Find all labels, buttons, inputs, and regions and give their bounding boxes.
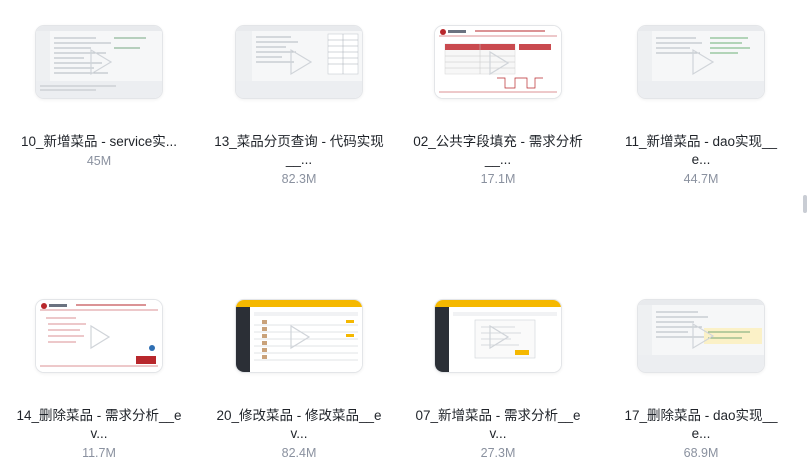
file-name[interactable]: 17_删除菜品 - dao实现__e... — [606, 407, 796, 443]
file-name[interactable]: 11_新增菜品 - dao实现__e... — [606, 133, 796, 169]
video-card[interactable]: 14_删除菜品 - 需求分析__ev... 11.7M — [4, 299, 194, 460]
video-card[interactable]: 13_菜品分页查询 - 代码实现__... 82.3M — [204, 25, 394, 186]
file-size: 68.9M — [683, 446, 719, 460]
video-thumbnail[interactable] — [235, 25, 363, 99]
video-card[interactable]: 17_删除菜品 - dao实现__e... 68.9M — [606, 299, 796, 460]
file-size: 82.4M — [281, 446, 317, 460]
video-thumbnail[interactable] — [35, 25, 163, 99]
file-size: 27.3M — [480, 446, 516, 460]
video-card[interactable]: 10_新增菜品 - service实... 45M — [4, 25, 194, 168]
video-thumbnail[interactable] — [637, 25, 765, 99]
file-size: 45M — [86, 154, 112, 168]
video-thumbnail[interactable] — [434, 299, 562, 373]
scrollbar-thumb[interactable] — [803, 195, 807, 213]
video-thumbnail[interactable] — [434, 25, 562, 99]
file-name[interactable]: 13_菜品分页查询 - 代码实现__... — [204, 133, 394, 169]
video-card[interactable]: 02_公共字段填充 - 需求分析__... 17.1M — [403, 25, 593, 186]
file-grid: 10_新增菜品 - service实... 45M 13_菜品分页查询 - 代码… — [0, 0, 807, 467]
file-name[interactable]: 20_修改菜品 - 修改菜品__ev... — [204, 407, 394, 443]
video-thumbnail[interactable] — [235, 299, 363, 373]
file-size: 44.7M — [683, 172, 719, 186]
file-name[interactable]: 02_公共字段填充 - 需求分析__... — [403, 133, 593, 169]
video-thumbnail[interactable] — [35, 299, 163, 373]
video-card[interactable]: 11_新增菜品 - dao实现__e... 44.7M — [606, 25, 796, 186]
video-card[interactable]: 20_修改菜品 - 修改菜品__ev... 82.4M — [204, 299, 394, 460]
file-size: 11.7M — [82, 446, 116, 460]
file-name[interactable]: 14_删除菜品 - 需求分析__ev... — [4, 407, 194, 443]
file-size: 82.3M — [281, 172, 317, 186]
file-name[interactable]: 07_新增菜品 - 需求分析__ev... — [403, 407, 593, 443]
video-thumbnail[interactable] — [637, 299, 765, 373]
file-size: 17.1M — [480, 172, 516, 186]
video-card[interactable]: 07_新增菜品 - 需求分析__ev... 27.3M — [403, 299, 593, 460]
file-name[interactable]: 10_新增菜品 - service实... — [4, 133, 194, 151]
